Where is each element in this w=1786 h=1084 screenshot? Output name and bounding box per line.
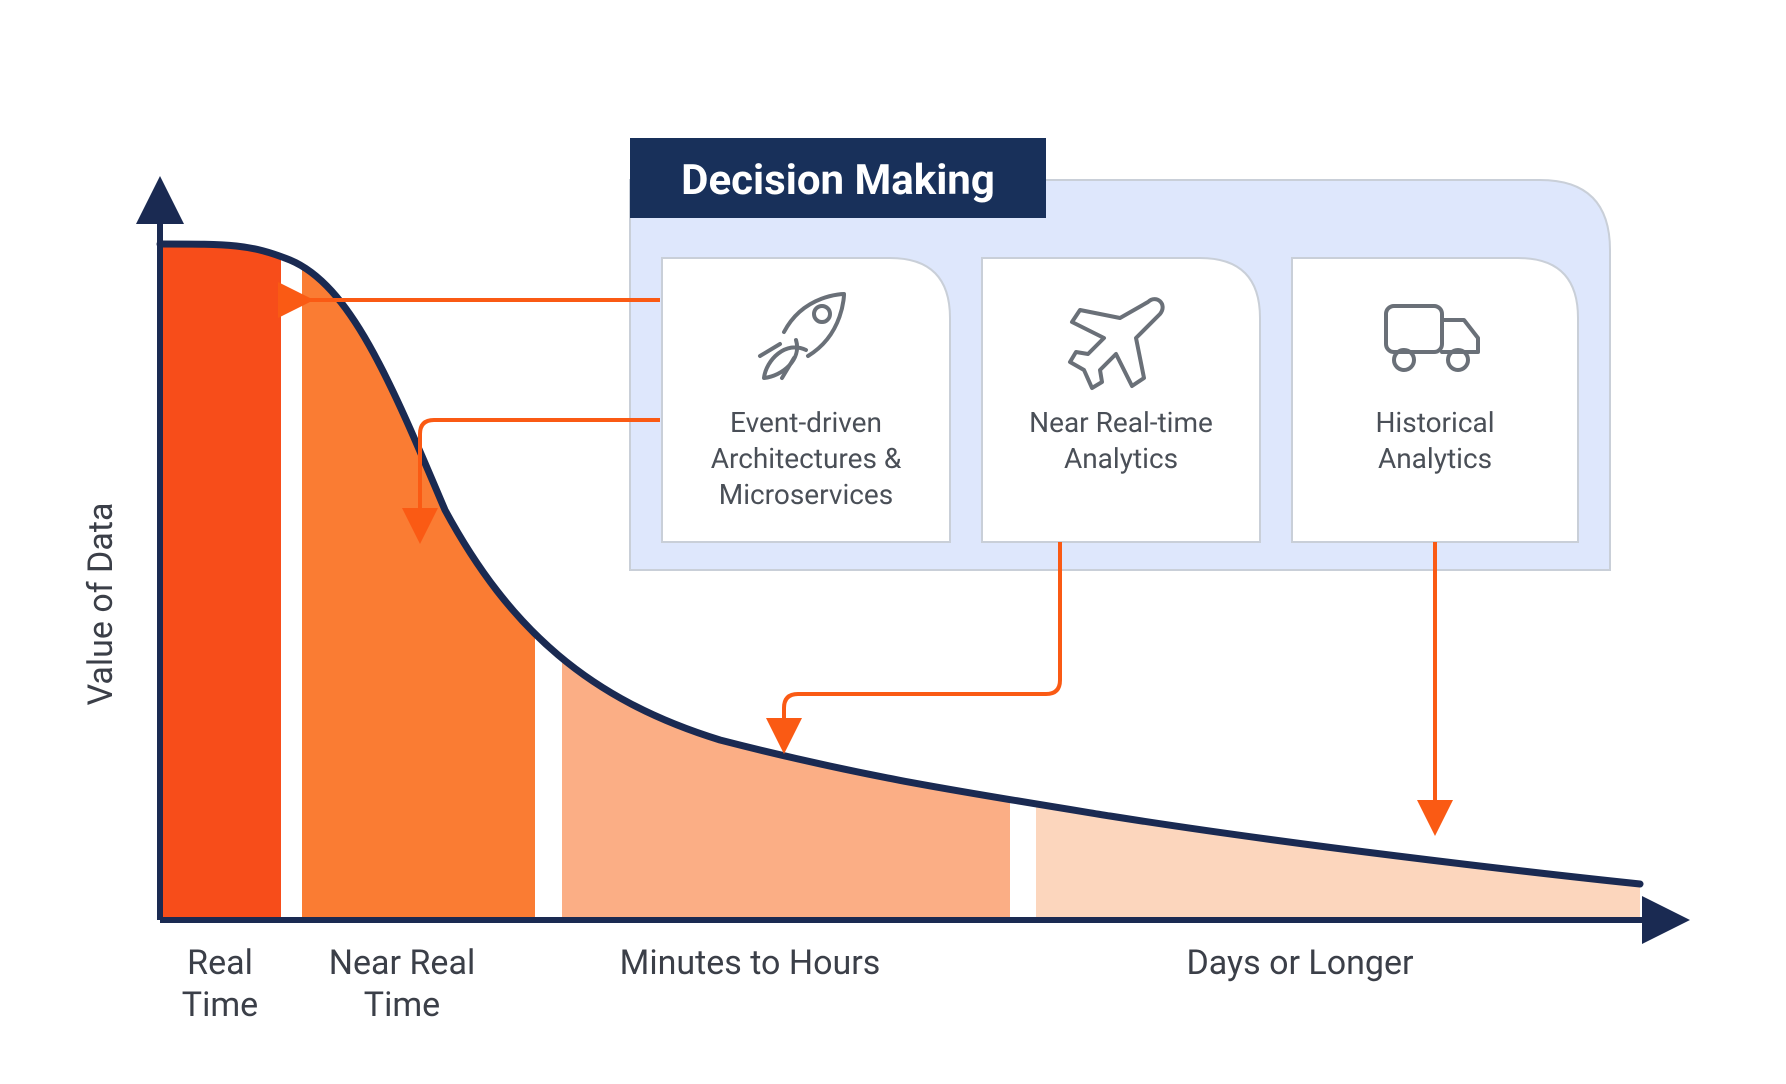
- card1-l1: Event-driven: [730, 406, 882, 439]
- arrow-card2-to-minuteshours: [784, 542, 1060, 736]
- diagram-root: Value of Data Real Time Near Real Time M…: [0, 0, 1786, 1084]
- card-historical-analytics: Historical Analytics: [1292, 258, 1578, 542]
- card-event-driven: Event-driven Architectures & Microservic…: [662, 258, 950, 542]
- band-real-time: [160, 120, 281, 920]
- xlabel-real-time-l2: Time: [182, 985, 258, 1025]
- xlabel-near-real-time-l1: Near Real: [329, 943, 475, 983]
- card-near-realtime-analytics: Near Real-time Analytics: [982, 258, 1260, 542]
- xlabel-real-time-l1: Real: [187, 943, 253, 983]
- arrow-card1-to-nearrealtime: [420, 420, 660, 526]
- xlabel-near-real-time-l2: Time: [364, 985, 440, 1025]
- card3-l1: Historical: [1375, 406, 1494, 439]
- y-axis-label: Value of Data: [81, 503, 121, 706]
- x-tick-labels: Real Time Near Real Time Minutes to Hour…: [182, 943, 1414, 1025]
- xlabel-minutes-hours: Minutes to Hours: [620, 943, 881, 983]
- card2-l1: Near Real-time: [1029, 406, 1213, 439]
- card1-l2: Architectures &: [711, 442, 902, 475]
- decision-panel: Decision Making Event-driven Architectur…: [630, 138, 1610, 570]
- card2-l2: Analytics: [1064, 442, 1178, 475]
- card3-l2: Analytics: [1378, 442, 1492, 475]
- panel-title: Decision Making: [681, 156, 995, 205]
- xlabel-days-longer: Days or Longer: [1186, 943, 1414, 983]
- card1-l3: Microservices: [719, 478, 893, 511]
